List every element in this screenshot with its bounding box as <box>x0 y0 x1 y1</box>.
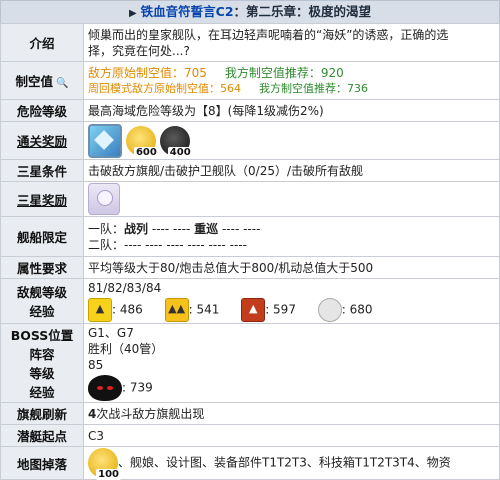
flagship-label: 旗舰刷新 <box>0 402 84 425</box>
enemy-exp-4: : 680 <box>341 302 373 317</box>
reward-label[interactable]: 通关奖励 <box>0 121 84 160</box>
fleet1-cruiser: 重巡 <box>194 221 219 236</box>
boss-fleet: 胜利（40管） <box>88 342 164 356</box>
drops-value: 100 、舰娘、设计图、装备部件T1T2T3、科技箱T1T2T3T4、物资 <box>83 446 500 480</box>
character-portrait-icon[interactable] <box>88 183 120 215</box>
play-arrow-icon: ▶ <box>128 8 137 19</box>
enemy-label: 敌舰等级 经验 <box>0 278 84 324</box>
sub-value: C3 <box>83 424 500 447</box>
row-sub: 潜艇起点 C3 <box>0 424 500 447</box>
boss-icon[interactable] <box>88 375 122 401</box>
sub-label: 潜艇起点 <box>0 424 84 447</box>
intro-line1: 倾巢而出的皇家舰队，在耳边轻声呢喃着的“海妖”的诱惑，正确的选 <box>88 27 449 42</box>
star-reward-value <box>83 181 500 217</box>
danger-value: 最高海域危险等级为【8】(每降1级减伤2%) <box>83 99 500 122</box>
intro-value: 倾巢而出的皇家舰队，在耳边轻声呢喃着的“海妖”的诱惑，正确的选 择，究竟在何处.… <box>83 23 500 62</box>
fleet1-main: 战列 <box>124 221 149 236</box>
boss-value: G1、G7 胜利（40管） 85 : 739 <box>83 323 500 403</box>
row-intro: 介绍 倾巢而出的皇家舰队，在耳边轻声呢喃着的“海妖”的诱惑，正确的选 择，究竟在… <box>0 23 500 62</box>
flagship-value: 4次战斗敌方旗舰出现 <box>83 402 500 425</box>
stars-label: 三星条件 <box>0 159 84 182</box>
air-cycle-enemy: 周回模式敌方原始制空值：564 <box>88 81 241 95</box>
stage-subtitle: ：第二乐章：极度的渴望 <box>233 4 372 19</box>
boss-label: BOSS位置 阵容 等级 经验 <box>0 323 84 403</box>
fleet2: 二队：---- ---- ---- ---- ---- ---- <box>88 237 247 252</box>
stage-info-table: 介绍 倾巢而出的皇家舰队，在耳边轻声呢喃着的“海妖”的诱惑，正确的选 择，究竟在… <box>0 23 500 480</box>
coin-count: 600 <box>133 146 159 158</box>
intro-line2: 择，究竟在何处...? <box>88 43 190 58</box>
row-stars: 三星条件 击破敌方旗舰/击破护卫舰队（0/25）/击破所有敌舰 <box>0 159 500 182</box>
stage-name-link[interactable]: 铁血音符誓言C2 <box>141 4 234 19</box>
air-enemy: 敌方原始制空值：705 <box>88 65 207 80</box>
air-label: 制空值 🔍 <box>0 61 84 100</box>
row-flagship: 旗舰刷新 4次战斗敌方旗舰出现 <box>0 402 500 425</box>
row-air: 制空值 🔍 敌方原始制空值：705 我方制空值推荐：920 周回模式敌方原始制空值：… <box>0 61 500 100</box>
enemy-label-line1: 敌舰等级 <box>16 285 67 300</box>
boss-label-line4: 经验 <box>29 385 55 400</box>
boss-label-line1: BOSS位置 <box>10 328 74 343</box>
reward-value: 600 400 <box>83 121 500 160</box>
fleet1-end: ---- ---- <box>218 221 261 236</box>
flagship-text: 次战斗敌方旗舰出现 <box>96 407 205 421</box>
row-star-reward: 三星奖励 <box>0 181 500 217</box>
boss-label-line3: 等级 <box>29 366 55 381</box>
drops-label: 地图掉落 <box>0 446 84 480</box>
page-title: ▶ 铁血音符誓言C2：第二乐章：极度的渴望 <box>0 0 500 24</box>
fleet1-mid: ---- ---- <box>151 221 195 236</box>
row-drops: 地图掉落 100 、舰娘、设计图、装备部件T1T2T3、科技箱T1T2T3T4、物… <box>0 446 500 480</box>
air-cycle-recommend: 我方制空值推荐：736 <box>259 81 368 95</box>
boss-level: 85 <box>88 358 104 372</box>
gem-box-icon[interactable] <box>88 123 122 158</box>
enemy-value: 81/82/83/84 ▲: 486 ▲▲: 541 ▲: 597 : 680 <box>83 278 500 324</box>
enemy-exp-1: : 486 <box>112 302 143 317</box>
air-label-text: 制空值 <box>15 74 54 89</box>
air-recommend: 我方制空值推荐：920 <box>224 65 344 80</box>
oil-reward[interactable]: 400 <box>159 125 193 158</box>
row-attr: 属性要求 平均等级大于80/炮击总值大于800/机动总值大于500 <box>0 256 500 279</box>
row-danger: 危险等级 最高海域危险等级为【8】(每降1级减伤2%) <box>0 99 500 122</box>
stars-value: 击破敌方旗舰/击破护卫舰队（0/25）/击破所有敌舰 <box>83 159 500 182</box>
enemy-label-line2: 经验 <box>29 304 55 319</box>
enemy-levels: 81/82/83/84 <box>88 281 162 295</box>
attr-label: 属性要求 <box>0 256 84 279</box>
destroyer-icon[interactable]: ▲ <box>88 298 112 322</box>
coin-reward[interactable]: 600 <box>125 125 159 158</box>
cruiser-icon[interactable]: ▲▲ <box>164 298 189 322</box>
row-boss: BOSS位置 阵容 等级 经验 G1、G7 胜利（40管） 85 : 739 <box>0 323 500 403</box>
boss-label-line2: 阵容 <box>29 347 55 362</box>
limit-value: 一队：战列 ---- ---- 重巡 ---- ---- 二队：---- ---… <box>83 216 500 257</box>
row-enemy: 敌舰等级 经验 81/82/83/84 ▲: 486 ▲▲: 541 ▲: 59… <box>0 278 500 324</box>
air-value: 敌方原始制空值：705 我方制空值推荐：920 周回模式敌方原始制空值：564 我方… <box>83 61 500 100</box>
row-limit: 舰船限定 一队：战列 ---- ---- 重巡 ---- ---- 二队：---… <box>0 216 500 257</box>
search-icon[interactable]: 🔍 <box>56 78 68 89</box>
drop-item[interactable]: 100 <box>88 448 121 480</box>
danger-label: 危险等级 <box>0 99 84 122</box>
enemy-exp-3: : 597 <box>265 302 296 317</box>
boss-pos: G1、G7 <box>88 326 134 340</box>
drops-text: 、舰娘、设计图、装备部件T1T2T3、科技箱T1T2T3T4、物资 <box>118 455 451 470</box>
oil-count: 400 <box>167 146 193 158</box>
fleet1-prefix: 一队： <box>88 221 125 236</box>
boss-exp: : 739 <box>122 380 153 395</box>
row-reward: 通关奖励 600 400 <box>0 121 500 160</box>
star-reward-label[interactable]: 三星奖励 <box>0 181 84 217</box>
elite-enemy-icon[interactable] <box>317 298 342 322</box>
battleship-icon[interactable]: ▲ <box>241 298 266 322</box>
drop-count: 100 <box>96 469 121 480</box>
attr-value: 平均等级大于80/炮击总值大于800/机动总值大于500 <box>83 256 500 279</box>
limit-label: 舰船限定 <box>0 216 84 257</box>
intro-label: 介绍 <box>0 23 84 62</box>
enemy-exp-2: : 541 <box>188 302 220 317</box>
